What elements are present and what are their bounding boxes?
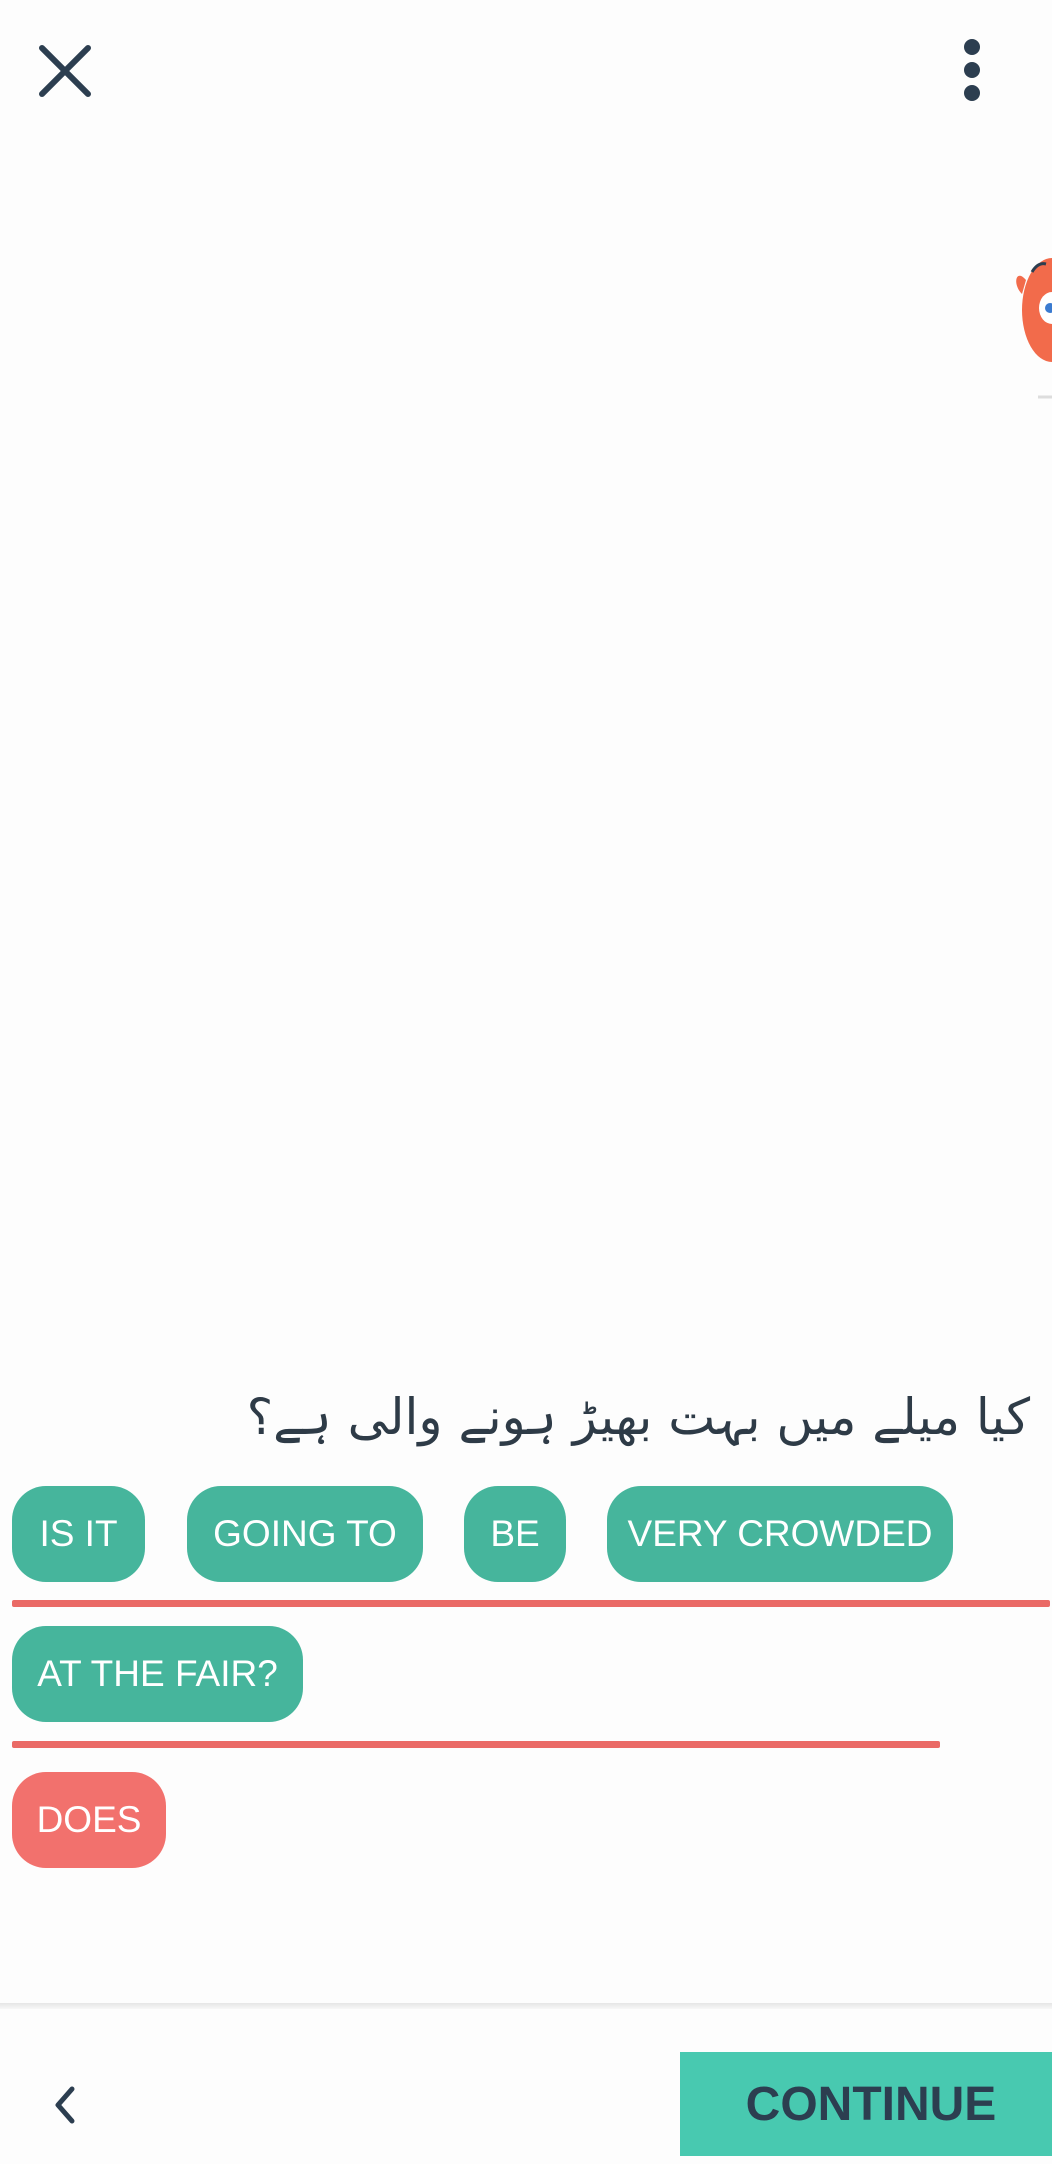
mascot-character (1010, 250, 1052, 400)
prompt-text: کیا میلے میں بہت بھیڑ ہونے والی ہے؟ (246, 1388, 1030, 1446)
answer-chip[interactable]: BE (464, 1486, 566, 1582)
more-options-button[interactable] (942, 30, 1002, 110)
answer-line (12, 1741, 940, 1748)
answer-chip[interactable]: GOING TO (187, 1486, 423, 1582)
close-icon (39, 45, 91, 97)
answer-chip[interactable]: AT THE FAIR? (12, 1626, 303, 1722)
continue-button[interactable]: CONTINUE (680, 2052, 1052, 2156)
back-button[interactable] (30, 2070, 100, 2140)
word-bank-chip-wrong[interactable]: DOES (12, 1772, 166, 1868)
answer-chip[interactable]: IS IT (12, 1486, 145, 1582)
close-button[interactable] (30, 36, 100, 106)
footer-divider (0, 2003, 1052, 2009)
answer-chip[interactable]: VERY CROWDED (607, 1486, 953, 1582)
lesson-screen: کیا میلے میں بہت بھیڑ ہونے والی ہے؟ IS I… (0, 0, 1052, 2164)
more-vertical-icon (964, 39, 980, 101)
answer-line (12, 1600, 1050, 1607)
chevron-left-icon (55, 2086, 75, 2124)
